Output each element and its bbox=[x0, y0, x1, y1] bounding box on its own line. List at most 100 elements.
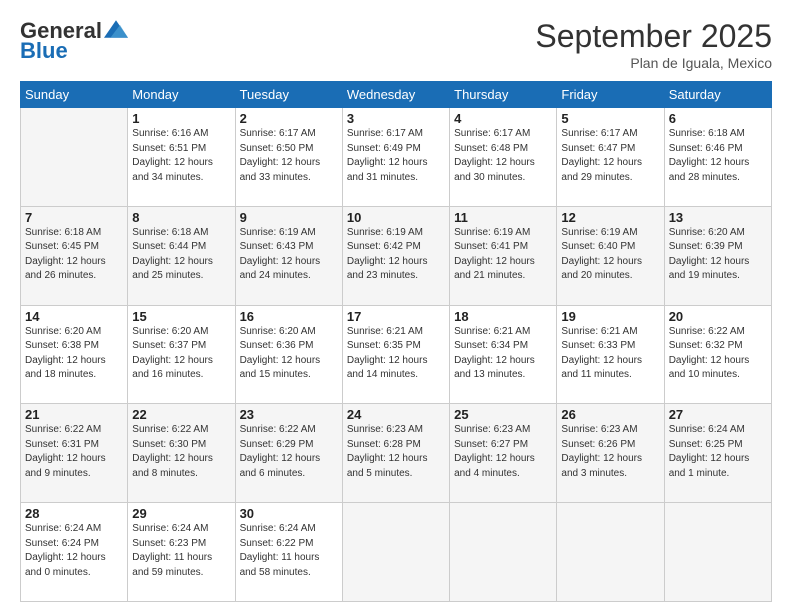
location: Plan de Iguala, Mexico bbox=[535, 55, 772, 71]
day-info: Sunrise: 6:19 AM Sunset: 6:43 PM Dayligh… bbox=[240, 226, 338, 284]
day-number: 28 bbox=[25, 506, 123, 521]
table-row: 27Sunrise: 6:24 AM Sunset: 6:25 PM Dayli… bbox=[664, 404, 771, 503]
day-info: Sunrise: 6:23 AM Sunset: 6:26 PM Dayligh… bbox=[561, 423, 659, 481]
day-number: 29 bbox=[132, 506, 230, 521]
day-number: 15 bbox=[132, 309, 230, 324]
day-info: Sunrise: 6:21 AM Sunset: 6:34 PM Dayligh… bbox=[454, 325, 552, 383]
table-row: 22Sunrise: 6:22 AM Sunset: 6:30 PM Dayli… bbox=[128, 404, 235, 503]
day-info: Sunrise: 6:24 AM Sunset: 6:24 PM Dayligh… bbox=[25, 522, 123, 580]
day-number: 13 bbox=[669, 210, 767, 225]
table-row: 8Sunrise: 6:18 AM Sunset: 6:44 PM Daylig… bbox=[128, 206, 235, 305]
table-row: 10Sunrise: 6:19 AM Sunset: 6:42 PM Dayli… bbox=[342, 206, 449, 305]
table-row bbox=[21, 108, 128, 207]
day-info: Sunrise: 6:24 AM Sunset: 6:25 PM Dayligh… bbox=[669, 423, 767, 481]
day-number: 9 bbox=[240, 210, 338, 225]
col-sunday: Sunday bbox=[21, 82, 128, 108]
table-row: 1Sunrise: 6:16 AM Sunset: 6:51 PM Daylig… bbox=[128, 108, 235, 207]
day-number: 21 bbox=[25, 407, 123, 422]
day-number: 18 bbox=[454, 309, 552, 324]
day-number: 7 bbox=[25, 210, 123, 225]
day-info: Sunrise: 6:23 AM Sunset: 6:27 PM Dayligh… bbox=[454, 423, 552, 481]
calendar-table: Sunday Monday Tuesday Wednesday Thursday… bbox=[20, 81, 772, 602]
day-info: Sunrise: 6:17 AM Sunset: 6:47 PM Dayligh… bbox=[561, 127, 659, 185]
table-row: 11Sunrise: 6:19 AM Sunset: 6:41 PM Dayli… bbox=[450, 206, 557, 305]
day-number: 6 bbox=[669, 111, 767, 126]
calendar-week-row: 28Sunrise: 6:24 AM Sunset: 6:24 PM Dayli… bbox=[21, 503, 772, 602]
table-row: 21Sunrise: 6:22 AM Sunset: 6:31 PM Dayli… bbox=[21, 404, 128, 503]
table-row: 12Sunrise: 6:19 AM Sunset: 6:40 PM Dayli… bbox=[557, 206, 664, 305]
page: General Blue September 2025 Plan de Igua… bbox=[0, 0, 792, 612]
table-row bbox=[342, 503, 449, 602]
calendar-week-row: 14Sunrise: 6:20 AM Sunset: 6:38 PM Dayli… bbox=[21, 305, 772, 404]
table-row: 7Sunrise: 6:18 AM Sunset: 6:45 PM Daylig… bbox=[21, 206, 128, 305]
day-number: 11 bbox=[454, 210, 552, 225]
table-row: 25Sunrise: 6:23 AM Sunset: 6:27 PM Dayli… bbox=[450, 404, 557, 503]
day-info: Sunrise: 6:22 AM Sunset: 6:30 PM Dayligh… bbox=[132, 423, 230, 481]
table-row: 13Sunrise: 6:20 AM Sunset: 6:39 PM Dayli… bbox=[664, 206, 771, 305]
day-number: 25 bbox=[454, 407, 552, 422]
day-info: Sunrise: 6:22 AM Sunset: 6:31 PM Dayligh… bbox=[25, 423, 123, 481]
col-wednesday: Wednesday bbox=[342, 82, 449, 108]
logo-icon bbox=[104, 20, 128, 38]
day-info: Sunrise: 6:21 AM Sunset: 6:35 PM Dayligh… bbox=[347, 325, 445, 383]
day-info: Sunrise: 6:20 AM Sunset: 6:36 PM Dayligh… bbox=[240, 325, 338, 383]
table-row: 2Sunrise: 6:17 AM Sunset: 6:50 PM Daylig… bbox=[235, 108, 342, 207]
day-info: Sunrise: 6:17 AM Sunset: 6:49 PM Dayligh… bbox=[347, 127, 445, 185]
day-info: Sunrise: 6:17 AM Sunset: 6:48 PM Dayligh… bbox=[454, 127, 552, 185]
day-number: 24 bbox=[347, 407, 445, 422]
day-info: Sunrise: 6:16 AM Sunset: 6:51 PM Dayligh… bbox=[132, 127, 230, 185]
table-row: 30Sunrise: 6:24 AM Sunset: 6:22 PM Dayli… bbox=[235, 503, 342, 602]
day-number: 27 bbox=[669, 407, 767, 422]
day-number: 22 bbox=[132, 407, 230, 422]
day-number: 5 bbox=[561, 111, 659, 126]
calendar-week-row: 7Sunrise: 6:18 AM Sunset: 6:45 PM Daylig… bbox=[21, 206, 772, 305]
col-tuesday: Tuesday bbox=[235, 82, 342, 108]
table-row: 4Sunrise: 6:17 AM Sunset: 6:48 PM Daylig… bbox=[450, 108, 557, 207]
table-row: 29Sunrise: 6:24 AM Sunset: 6:23 PM Dayli… bbox=[128, 503, 235, 602]
table-row: 9Sunrise: 6:19 AM Sunset: 6:43 PM Daylig… bbox=[235, 206, 342, 305]
day-info: Sunrise: 6:18 AM Sunset: 6:45 PM Dayligh… bbox=[25, 226, 123, 284]
table-row bbox=[557, 503, 664, 602]
table-row: 15Sunrise: 6:20 AM Sunset: 6:37 PM Dayli… bbox=[128, 305, 235, 404]
day-number: 12 bbox=[561, 210, 659, 225]
table-row: 26Sunrise: 6:23 AM Sunset: 6:26 PM Dayli… bbox=[557, 404, 664, 503]
day-number: 4 bbox=[454, 111, 552, 126]
header: General Blue September 2025 Plan de Igua… bbox=[20, 18, 772, 71]
day-info: Sunrise: 6:19 AM Sunset: 6:40 PM Dayligh… bbox=[561, 226, 659, 284]
day-info: Sunrise: 6:18 AM Sunset: 6:44 PM Dayligh… bbox=[132, 226, 230, 284]
day-info: Sunrise: 6:22 AM Sunset: 6:29 PM Dayligh… bbox=[240, 423, 338, 481]
table-row: 18Sunrise: 6:21 AM Sunset: 6:34 PM Dayli… bbox=[450, 305, 557, 404]
day-info: Sunrise: 6:21 AM Sunset: 6:33 PM Dayligh… bbox=[561, 325, 659, 383]
day-number: 3 bbox=[347, 111, 445, 126]
day-number: 26 bbox=[561, 407, 659, 422]
table-row: 19Sunrise: 6:21 AM Sunset: 6:33 PM Dayli… bbox=[557, 305, 664, 404]
day-info: Sunrise: 6:20 AM Sunset: 6:39 PM Dayligh… bbox=[669, 226, 767, 284]
day-number: 17 bbox=[347, 309, 445, 324]
day-info: Sunrise: 6:19 AM Sunset: 6:42 PM Dayligh… bbox=[347, 226, 445, 284]
day-info: Sunrise: 6:23 AM Sunset: 6:28 PM Dayligh… bbox=[347, 423, 445, 481]
day-info: Sunrise: 6:17 AM Sunset: 6:50 PM Dayligh… bbox=[240, 127, 338, 185]
table-row: 28Sunrise: 6:24 AM Sunset: 6:24 PM Dayli… bbox=[21, 503, 128, 602]
calendar-week-row: 21Sunrise: 6:22 AM Sunset: 6:31 PM Dayli… bbox=[21, 404, 772, 503]
table-row bbox=[450, 503, 557, 602]
day-info: Sunrise: 6:18 AM Sunset: 6:46 PM Dayligh… bbox=[669, 127, 767, 185]
day-number: 30 bbox=[240, 506, 338, 521]
table-row: 16Sunrise: 6:20 AM Sunset: 6:36 PM Dayli… bbox=[235, 305, 342, 404]
day-number: 8 bbox=[132, 210, 230, 225]
day-number: 10 bbox=[347, 210, 445, 225]
table-row: 17Sunrise: 6:21 AM Sunset: 6:35 PM Dayli… bbox=[342, 305, 449, 404]
calendar-header-row: Sunday Monday Tuesday Wednesday Thursday… bbox=[21, 82, 772, 108]
day-info: Sunrise: 6:19 AM Sunset: 6:41 PM Dayligh… bbox=[454, 226, 552, 284]
table-row: 20Sunrise: 6:22 AM Sunset: 6:32 PM Dayli… bbox=[664, 305, 771, 404]
day-number: 1 bbox=[132, 111, 230, 126]
table-row: 5Sunrise: 6:17 AM Sunset: 6:47 PM Daylig… bbox=[557, 108, 664, 207]
table-row bbox=[664, 503, 771, 602]
col-monday: Monday bbox=[128, 82, 235, 108]
month-title: September 2025 bbox=[535, 18, 772, 55]
day-number: 20 bbox=[669, 309, 767, 324]
day-number: 19 bbox=[561, 309, 659, 324]
logo: General Blue bbox=[20, 18, 128, 64]
day-info: Sunrise: 6:20 AM Sunset: 6:38 PM Dayligh… bbox=[25, 325, 123, 383]
table-row: 24Sunrise: 6:23 AM Sunset: 6:28 PM Dayli… bbox=[342, 404, 449, 503]
day-number: 14 bbox=[25, 309, 123, 324]
